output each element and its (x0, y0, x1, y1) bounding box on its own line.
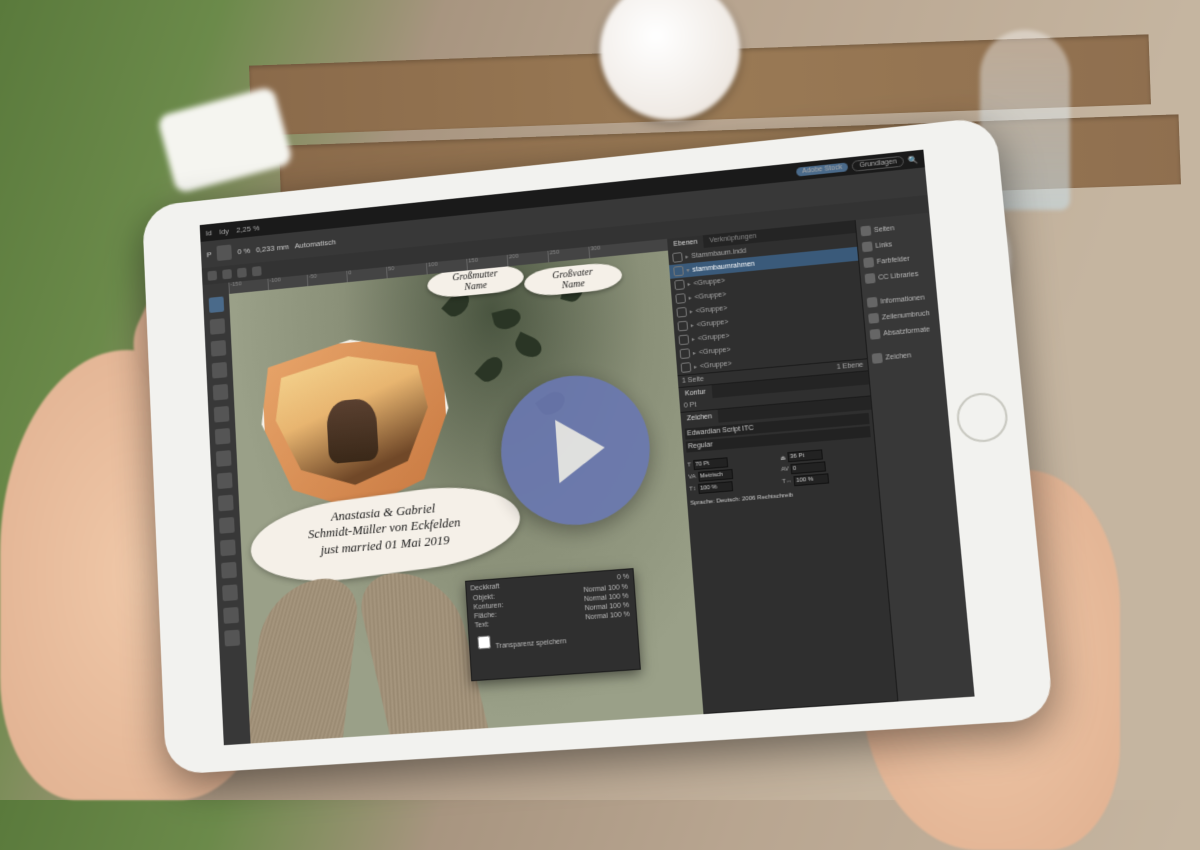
hand-tool-icon[interactable] (223, 607, 239, 624)
visibility-icon[interactable] (674, 279, 685, 290)
vscale-input[interactable] (698, 481, 733, 494)
character-panel: Zeichen Edwardian Script ITC Regular T ⏏… (680, 396, 897, 714)
workspace-switcher[interactable]: Grundlagen (852, 155, 904, 171)
tablet-device: Id Idy 2,25 % Adobe Stock Grundlagen 🔍 P… (142, 116, 1054, 775)
info-icon (867, 297, 878, 308)
type-tool-icon[interactable] (213, 384, 229, 401)
field-value[interactable]: Automatisch (294, 237, 336, 250)
layer-name[interactable]: <Gruppe> (694, 291, 726, 301)
links-icon (862, 241, 873, 252)
share-button[interactable]: Adobe Stock (796, 162, 849, 176)
wrap-icon (868, 313, 879, 324)
isolate-checkbox[interactable] (477, 635, 491, 649)
layer-name[interactable]: <Gruppe> (698, 332, 730, 342)
character-icon (872, 353, 883, 364)
right-panel-dock: Ebenen Verknüpfungen ▸Stammbaum.indd ▾st… (667, 213, 975, 714)
rect-frame-tool-icon[interactable] (217, 472, 233, 489)
app-logo: Id (205, 228, 212, 237)
visibility-icon[interactable] (672, 252, 683, 263)
visibility-icon[interactable] (681, 362, 692, 373)
layer-name[interactable]: <Gruppe> (695, 305, 727, 315)
zoom-tool-icon[interactable] (224, 630, 240, 647)
tracking-input[interactable] (790, 461, 826, 474)
direct-select-tool-icon[interactable] (210, 318, 226, 335)
layer-name[interactable]: <Gruppe> (696, 318, 728, 328)
search-icon[interactable]: 🔍 (907, 155, 918, 165)
font-size-input[interactable] (693, 457, 728, 470)
panel-title: Deckkraft (470, 583, 499, 592)
transform-tool-icon[interactable] (220, 539, 236, 556)
swatches-icon (863, 257, 874, 268)
paragraph-icon[interactable]: P (206, 250, 211, 259)
page-count: 1 Seite (682, 376, 704, 385)
field-value[interactable]: 0 % (237, 246, 250, 256)
field-value[interactable]: 0,233 mm (256, 242, 290, 254)
align-icon[interactable] (207, 271, 217, 281)
rect-tool-icon[interactable] (218, 495, 234, 512)
kerning-input[interactable] (698, 469, 733, 482)
pencil-tool-icon[interactable] (216, 450, 232, 467)
visibility-icon[interactable] (673, 266, 684, 277)
cc-libraries-icon (865, 273, 876, 284)
layer-name[interactable]: <Gruppe> (699, 346, 731, 356)
stroke-weight[interactable]: 0 Pt (684, 402, 697, 410)
align-icon[interactable] (222, 269, 232, 279)
language-value[interactable]: Deutsch: 2006 Rechtschreib (716, 492, 793, 504)
couple-silhouette (326, 398, 378, 464)
para-styles-icon (870, 329, 881, 340)
pen-tool-icon[interactable] (215, 428, 231, 445)
line-tool-icon[interactable] (214, 406, 230, 423)
effects-floating-panel[interactable]: Deckkraft 0 % Objekt:Normal 100 % Kontur… (465, 568, 641, 681)
align-icon[interactable] (252, 266, 262, 276)
page-tool-icon[interactable] (211, 340, 227, 357)
opacity-value[interactable]: 0 % (617, 573, 630, 581)
hscale-input[interactable] (794, 473, 830, 486)
align-icon[interactable] (217, 244, 233, 261)
eyedropper-tool-icon[interactable] (222, 584, 238, 601)
pages-icon (860, 226, 871, 237)
scissors-tool-icon[interactable] (219, 517, 235, 534)
language-label: Sprache: (690, 499, 715, 507)
layer-name[interactable]: <Gruppe> (693, 277, 725, 287)
align-icon[interactable] (237, 268, 247, 278)
home-button[interactable] (955, 391, 1010, 444)
photo-shield[interactable] (258, 331, 448, 512)
visibility-icon[interactable] (680, 348, 691, 359)
visibility-icon[interactable] (676, 307, 687, 318)
visibility-icon[interactable] (678, 334, 689, 345)
tree-trunk (251, 548, 474, 743)
selection-tool-icon[interactable] (209, 296, 225, 313)
layer-name[interactable]: <Gruppe> (700, 360, 732, 370)
visibility-icon[interactable] (675, 293, 686, 304)
gradient-tool-icon[interactable] (221, 562, 237, 579)
zoom-level[interactable]: 2,25 % (236, 223, 260, 234)
gap-tool-icon[interactable] (212, 362, 228, 379)
visibility-icon[interactable] (677, 321, 688, 332)
leading-input[interactable] (788, 449, 824, 462)
layers-panel: Ebenen Verknüpfungen ▸Stammbaum.indd ▾st… (667, 220, 868, 388)
layer-count: 1 Ebene (836, 362, 863, 371)
filename: Idy (219, 226, 229, 235)
phone (157, 86, 294, 194)
